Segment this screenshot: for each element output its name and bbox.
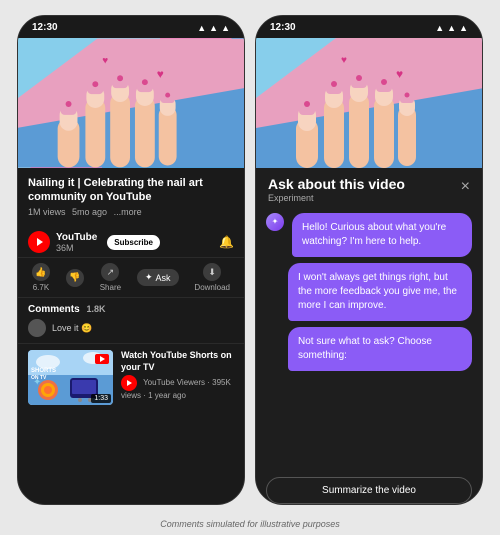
like-icon: 👍 (32, 263, 50, 281)
footer-caption: Comments simulated for illustrative purp… (160, 519, 340, 529)
suggestion-btn-1[interactable]: Summarize the video (266, 477, 472, 504)
recommended-video[interactable]: ✦ ✦ SHORTS ON TV (18, 344, 244, 411)
ai-avatar: ✦ (266, 213, 284, 231)
ai-message-3: Not sure what to ask? Choose something: (288, 327, 472, 371)
play-icon (95, 354, 109, 364)
svg-text:SHORTS: SHORTS (31, 368, 56, 374)
subscribe-button[interactable]: Subscribe (107, 235, 160, 250)
time-2: 12:30 (270, 22, 296, 33)
ai-message-1: Hello! Curious about what you're watchin… (292, 213, 472, 257)
svg-text:♥: ♥ (341, 55, 347, 66)
like-button[interactable]: 👍 6.7K (32, 263, 50, 292)
channel-row: YouTube 36M Subscribe 🔔 (18, 227, 244, 258)
video-thumbnail[interactable]: ♥ ♥ (18, 38, 244, 168)
video-info: Nailing it | Celebrating the nail art co… (18, 168, 244, 228)
ai-message-1-row: ✦ Hello! Curious about what you're watch… (266, 213, 472, 257)
ask-title: Ask about this video (268, 176, 405, 192)
ask-experiment-label: Experiment (268, 193, 405, 203)
time-1: 12:30 (32, 22, 58, 33)
chat-area: ✦ Hello! Curious about what you're watch… (256, 207, 482, 478)
bell-icon[interactable]: 🔔 (219, 235, 234, 249)
svg-text:ON TV: ON TV (31, 375, 47, 381)
signal-icons-1: ▲ ▲ ▲ (197, 23, 230, 33)
suggestion-buttons: Summarize the video Tell me more about t… (256, 477, 482, 505)
ask-panel: Ask about this video Experiment × ✦ Hell… (256, 168, 482, 505)
comment-row: Love it 😊 (28, 319, 234, 337)
rec-channel: YouTube Viewers · 395K views · 1 year ag… (121, 375, 234, 400)
comments-header: Comments 1.8K (28, 304, 234, 315)
channel-name[interactable]: YouTube (56, 232, 97, 243)
rec-duration: 1:33 (91, 394, 111, 403)
ai-message-2: I won't always get things right, but the… (288, 263, 472, 321)
signal-icons-2: ▲ ▲ ▲ (435, 23, 468, 33)
video-title: Nailing it | Celebrating the nail art co… (28, 176, 234, 205)
more-button[interactable]: ...more (114, 207, 142, 217)
download-icon: ⬇ (203, 263, 221, 281)
comments-section: Comments 1.8K Love it 😊 (18, 298, 244, 344)
rec-channel-avatar (121, 375, 137, 391)
ask-button[interactable]: ✦ Ask (137, 269, 179, 286)
rec-info: Watch YouTube Shorts on your TV YouTube … (121, 350, 234, 400)
channel-subs: 36M (56, 243, 97, 253)
status-bar-2: 12:30 ▲ ▲ ▲ (256, 16, 482, 38)
ask-header: Ask about this video Experiment × (256, 168, 482, 207)
rec-title: Watch YouTube Shorts on your TV (121, 350, 234, 373)
comment-text: Love it 😊 (52, 323, 92, 334)
svg-text:♥: ♥ (396, 67, 403, 81)
share-icon: ↗ (101, 263, 119, 281)
dislike-icon: 👎 (66, 269, 84, 287)
action-row: 👍 6.7K 👎 ↗ Share ✦ Ask ⬇ Download (18, 258, 244, 298)
channel-avatar (28, 231, 50, 253)
dislike-button[interactable]: 👎 (66, 269, 84, 287)
sparkle-icon: ✦ (145, 272, 153, 283)
download-button[interactable]: ⬇ Download (194, 263, 230, 292)
svg-text:♥: ♥ (157, 67, 164, 81)
svg-text:♥: ♥ (102, 55, 108, 66)
close-button[interactable]: × (461, 178, 470, 196)
ask-title-group: Ask about this video Experiment (268, 176, 405, 203)
comment-avatar (28, 319, 46, 337)
phone-1: 12:30 ▲ ▲ ▲ (17, 15, 245, 505)
video-meta: 1M views 5mo ago ...more (28, 207, 234, 217)
rec-thumbnail: ✦ ✦ SHORTS ON TV (28, 350, 113, 405)
channel-info: YouTube 36M Subscribe (28, 231, 160, 253)
status-bar-1: 12:30 ▲ ▲ ▲ (18, 16, 244, 38)
share-button[interactable]: ↗ Share (100, 263, 121, 292)
phone-2: 12:30 ▲ ▲ ▲ (255, 15, 483, 505)
ask-video-thumbnail: ♥ ♥ (256, 38, 482, 168)
